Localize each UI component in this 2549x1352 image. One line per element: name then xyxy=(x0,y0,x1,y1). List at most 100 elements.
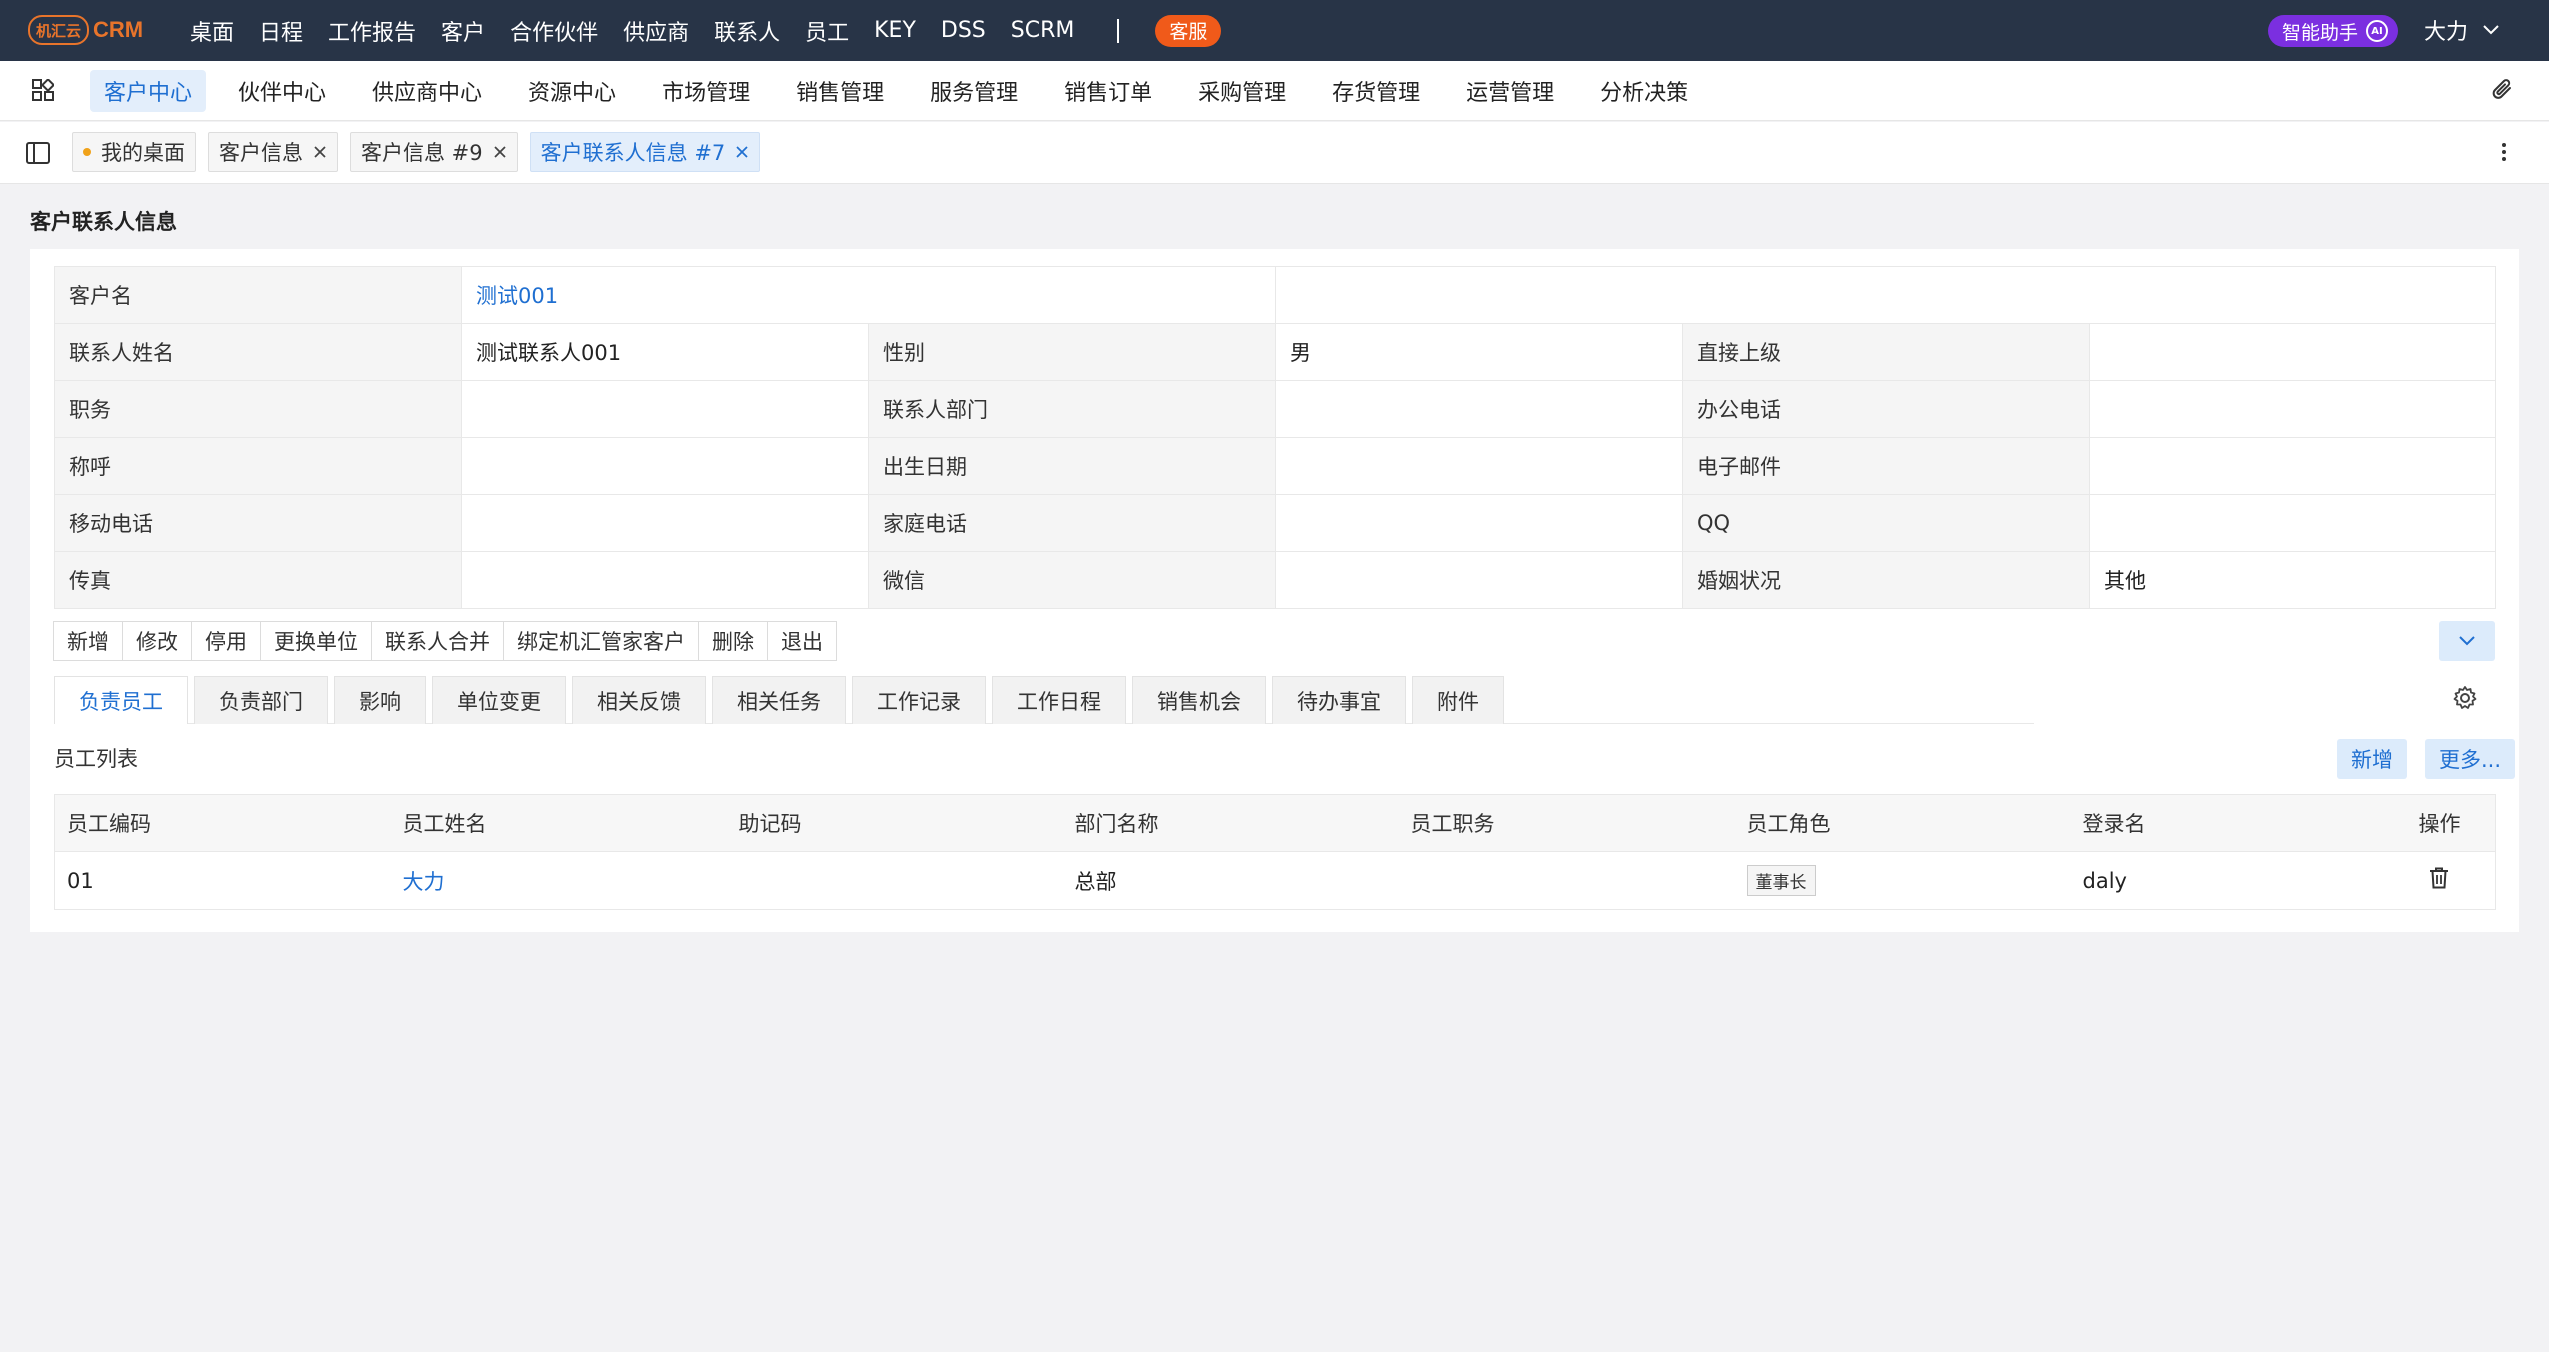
customer-name-link[interactable]: 测试001 xyxy=(476,284,558,308)
top-nav-item[interactable]: SCRM xyxy=(1011,18,1075,43)
module-item[interactable]: 供应商中心 xyxy=(358,70,496,112)
app-switcher-icon[interactable] xyxy=(32,79,54,101)
employee-mnemonic xyxy=(727,852,1063,910)
employee-code: 01 xyxy=(67,868,94,893)
close-icon[interactable] xyxy=(313,145,327,159)
customer-service-button[interactable]: 客服 xyxy=(1155,14,1222,47)
row-actions-cell xyxy=(2407,852,2496,910)
top-nav-item[interactable]: 客户 xyxy=(441,15,485,47)
trash-icon[interactable] xyxy=(2429,867,2449,889)
top-nav-item[interactable]: 联系人 xyxy=(714,15,780,47)
top-nav-item[interactable]: KEY xyxy=(874,18,916,43)
employee-list-actions: 新增 更多... xyxy=(2319,739,2516,779)
action-button[interactable]: 绑定机汇管家客户 xyxy=(503,621,699,661)
detail-subtab[interactable]: 销售机会 xyxy=(1132,676,1266,724)
employee-table: 员工编码 员工姓名 助记码 部门名称 员工职务 员工角色 登录名 操作 01 大力 总部 董事长 da… xyxy=(54,794,2496,910)
action-button[interactable]: 联系人合并 xyxy=(371,621,504,661)
detail-subtab[interactable]: 附件 xyxy=(1412,676,1504,724)
action-button[interactable]: 退出 xyxy=(767,621,837,661)
app-logo[interactable]: 机汇云 CRM xyxy=(28,14,143,46)
ai-assistant-button[interactable]: 智能助手 AI xyxy=(2268,15,2399,47)
action-button[interactable]: 新增 xyxy=(53,621,123,661)
user-name: 大力 xyxy=(2424,20,2469,45)
field-value xyxy=(1275,437,1683,495)
tab-label: 客户信息 #9 xyxy=(361,141,483,165)
close-icon[interactable] xyxy=(493,145,507,159)
ai-assistant-label: 智能助手 xyxy=(2282,21,2359,44)
table-row: 01 大力 总部 董事长 daly xyxy=(55,852,2496,910)
open-tab[interactable]: 客户联系人信息 #7 xyxy=(529,132,761,172)
field-value xyxy=(461,494,869,552)
top-nav-item[interactable]: 合作伙伴 xyxy=(510,15,598,47)
top-nav-item[interactable]: DSS xyxy=(941,18,986,43)
detail-subtab[interactable]: 单位变更 xyxy=(432,676,566,724)
top-nav-item[interactable]: 员工 xyxy=(805,15,849,47)
add-employee-button[interactable]: 新增 xyxy=(2337,739,2407,779)
action-button[interactable]: 删除 xyxy=(698,621,768,661)
field-label: 微信 xyxy=(868,551,1276,609)
nav-divider xyxy=(1117,18,1120,43)
detail-subtab[interactable]: 负责部门 xyxy=(194,676,328,724)
open-tab[interactable]: 我的桌面 xyxy=(72,132,196,172)
open-tab[interactable]: 客户信息 #9 xyxy=(350,132,518,172)
detail-subtab[interactable]: 负责员工 xyxy=(54,676,188,724)
paperclip-icon[interactable] xyxy=(2490,77,2516,103)
detail-subtab[interactable]: 工作记录 xyxy=(852,676,986,724)
field-label: 婚姻状况 xyxy=(1682,551,2090,609)
module-item[interactable]: 分析决策 xyxy=(1586,70,1702,112)
module-item[interactable]: 资源中心 xyxy=(514,70,630,112)
field-value xyxy=(1275,551,1683,609)
info-row: 称呼 出生日期 电子邮件 xyxy=(54,437,2497,495)
module-item[interactable]: 销售订单 xyxy=(1050,70,1166,112)
module-item[interactable]: 服务管理 xyxy=(916,70,1032,112)
sidebar-toggle-icon[interactable] xyxy=(26,142,50,164)
close-icon[interactable] xyxy=(735,145,749,159)
field-value xyxy=(1275,494,1683,552)
top-nav: 桌面 日程 工作报告 客户 合作伙伴 供应商 联系人 员工 KEY DSS SCRM 客服 xyxy=(190,0,1222,61)
gear-icon[interactable] xyxy=(2452,685,2478,711)
module-item[interactable]: 销售管理 xyxy=(782,70,898,112)
employee-name-link[interactable]: 大力 xyxy=(403,870,445,894)
user-menu[interactable]: 大力 xyxy=(2424,14,2500,46)
open-tab[interactable]: 客户信息 xyxy=(208,132,338,172)
employee-role-cell: 董事长 xyxy=(1735,852,2071,910)
module-item[interactable]: 市场管理 xyxy=(648,70,764,112)
tab-label: 客户联系人信息 #7 xyxy=(540,141,726,165)
action-button[interactable]: 更换单位 xyxy=(260,621,372,661)
field-label: 职务 xyxy=(54,380,462,438)
column-header: 登录名 xyxy=(2070,794,2407,852)
field-label: 联系人姓名 xyxy=(54,323,462,381)
employee-table-header: 员工编码 员工姓名 助记码 部门名称 员工职务 员工角色 登录名 操作 xyxy=(54,794,2496,852)
detail-subtab[interactable]: 工作日程 xyxy=(992,676,1126,724)
more-button[interactable]: 更多... xyxy=(2425,739,2516,779)
action-button[interactable]: 停用 xyxy=(191,621,261,661)
module-item[interactable]: 采购管理 xyxy=(1184,70,1300,112)
detail-subtab[interactable]: 相关任务 xyxy=(712,676,846,724)
employee-dept: 总部 xyxy=(1074,869,1117,894)
detail-subtab[interactable]: 影响 xyxy=(334,676,426,724)
tab-bar: 我的桌面 客户信息 客户信息 #9 客户联系人信息 #7 xyxy=(0,122,2549,184)
module-item[interactable]: 存货管理 xyxy=(1318,70,1434,112)
info-row: 传真 微信 婚姻状况 其他 xyxy=(54,551,2497,609)
more-options-icon[interactable] xyxy=(2500,140,2508,164)
module-bar: 客户中心 伙伴中心 供应商中心 资源中心 市场管理 销售管理 服务管理 销售订单 采购管理 存货管… xyxy=(0,61,2549,121)
expand-button[interactable] xyxy=(2439,621,2495,661)
field-value xyxy=(2088,437,2497,495)
detail-subtab[interactable]: 相关反馈 xyxy=(572,676,706,724)
employee-login: daly xyxy=(2082,868,2127,893)
top-nav-item[interactable]: 工作报告 xyxy=(328,15,416,47)
field-value xyxy=(461,380,869,438)
top-navigation-bar: 机汇云 CRM 桌面 日程 工作报告 客户 合作伙伴 供应商 联系人 员工 KEY DSS SCRM… xyxy=(0,0,2549,61)
field-value xyxy=(2088,380,2497,438)
module-item[interactable]: 运营管理 xyxy=(1452,70,1568,112)
top-nav-item[interactable]: 桌面 xyxy=(190,15,234,47)
top-nav-item[interactable]: 供应商 xyxy=(623,15,689,47)
action-button[interactable]: 修改 xyxy=(122,621,192,661)
top-nav-item[interactable]: 日程 xyxy=(259,15,303,47)
employee-title xyxy=(1399,852,1735,910)
tab-label: 客户信息 xyxy=(219,141,303,165)
detail-subtab[interactable]: 待办事宜 xyxy=(1272,676,1406,724)
module-item[interactable]: 伙伴中心 xyxy=(224,70,340,112)
employee-name-cell: 大力 xyxy=(391,852,727,910)
module-item[interactable]: 客户中心 xyxy=(90,70,207,112)
